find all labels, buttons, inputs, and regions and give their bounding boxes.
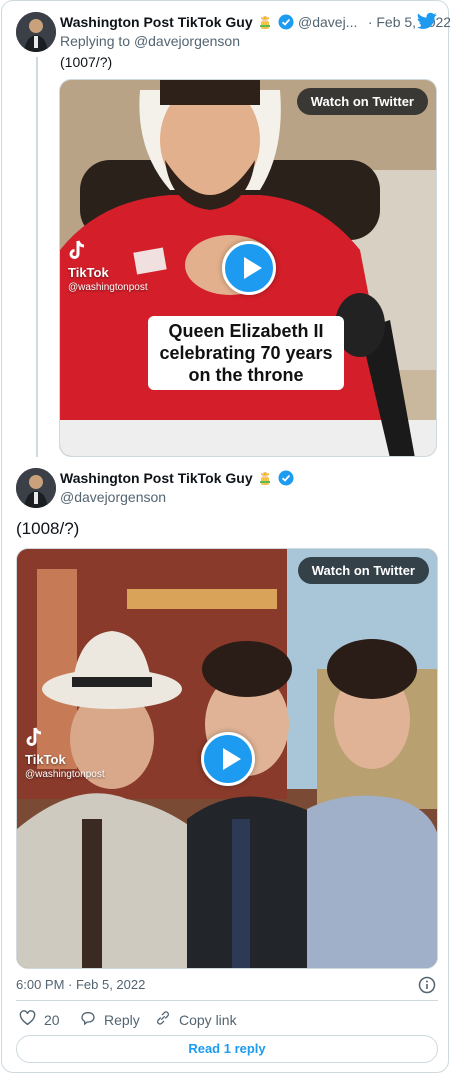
watch-on-twitter-button[interactable]: Watch on Twitter — [296, 88, 428, 115]
tweet-timestamp[interactable]: 6:00 PM · Feb 5, 2022 — [16, 977, 145, 992]
tiktok-watermark: TikTok @washingtonpost — [25, 727, 105, 780]
tiktok-logo-icon — [25, 727, 45, 752]
read-replies-button[interactable]: Read 1 reply — [16, 1035, 438, 1063]
author-handle[interactable]: @davejorgenson — [60, 489, 166, 505]
heart-icon — [19, 1010, 36, 1029]
crown-emoji-icon — [257, 14, 273, 35]
tiktok-logo-icon — [68, 240, 88, 265]
reply-bubble-icon — [80, 1010, 96, 1029]
author-name[interactable]: Washington Post TikTok Guy — [60, 14, 253, 30]
verified-badge-icon — [278, 470, 294, 491]
author-name[interactable]: Washington Post TikTok Guy — [60, 470, 253, 486]
divider — [16, 1000, 438, 1001]
reply-label: Reply — [104, 1011, 140, 1028]
author-avatar[interactable] — [16, 468, 56, 508]
author-handle[interactable]: @davej... — [298, 14, 357, 30]
replying-to-handle[interactable]: @davejorgenson — [134, 33, 240, 49]
tiktok-label: TikTok — [68, 265, 109, 280]
info-icon[interactable] — [418, 976, 436, 999]
replying-to-prefix: Replying to — [60, 33, 134, 49]
video-caption: Queen Elizabeth II celebrating 70 years … — [148, 316, 344, 390]
like-action[interactable]: 20 — [19, 1010, 60, 1029]
tiktok-watermark: TikTok @washingtonpost — [68, 240, 148, 293]
caption-line: celebrating 70 years — [159, 343, 333, 363]
tweet-embed-card: Washington Post TikTok Guy @davej... · F… — [1, 0, 450, 1073]
tweet-text: (1008/?) — [16, 519, 80, 538]
watch-on-twitter-button[interactable]: Watch on Twitter — [297, 557, 429, 584]
tiktok-handle: @washingtonpost — [68, 282, 148, 293]
copy-link-action[interactable]: Copy link — [155, 1010, 237, 1029]
author-avatar[interactable] — [16, 12, 56, 52]
like-count: 20 — [44, 1011, 60, 1028]
video-thumbnail[interactable]: Watch on Twitter TikTok @washingtonpost … — [59, 79, 437, 457]
play-button[interactable] — [201, 732, 255, 786]
thread-connector-line — [36, 57, 38, 457]
copy-link-label: Copy link — [179, 1011, 237, 1028]
tweet-text: (1007/?) — [60, 54, 113, 70]
link-icon — [155, 1010, 171, 1029]
tiktok-label: TikTok — [25, 752, 66, 767]
tweet-date[interactable]: · Feb 5, 2022 — [368, 14, 450, 30]
video-thumbnail[interactable]: Watch on Twitter TikTok @washingtonpost — [16, 548, 438, 969]
caption-line: on the throne — [188, 365, 304, 385]
reply-action[interactable]: Reply — [80, 1010, 140, 1029]
caption-line: Queen Elizabeth II — [168, 321, 324, 341]
play-button[interactable] — [222, 241, 276, 295]
crown-emoji-icon — [257, 470, 273, 491]
twitter-bird-icon[interactable] — [417, 12, 437, 35]
verified-badge-icon — [278, 14, 294, 35]
tiktok-handle: @washingtonpost — [25, 769, 105, 780]
